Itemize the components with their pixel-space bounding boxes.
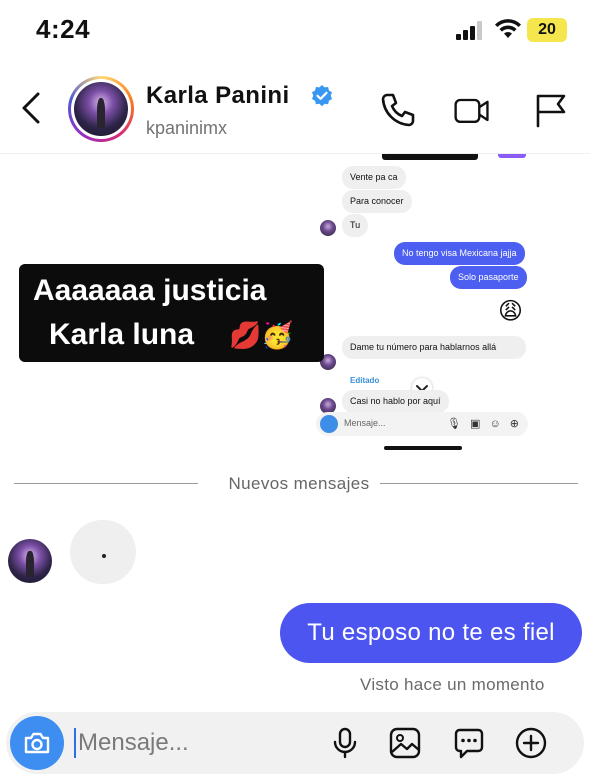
story-avatar	[320, 220, 336, 236]
typing-indicator-bubble	[70, 520, 136, 584]
story-message: Solo pasaporte	[450, 266, 527, 289]
story-message: Vente pa ca	[342, 166, 406, 189]
image-icon[interactable]	[388, 726, 422, 760]
story-edited-label: Editado	[350, 376, 380, 385]
divider-line	[380, 483, 578, 484]
seen-status: Visto hace un momento	[360, 675, 545, 694]
message-input[interactable]	[78, 724, 318, 762]
camera-button[interactable]	[10, 716, 64, 770]
outgoing-message-bubble[interactable]: Tu esposo no te es fiel	[280, 603, 582, 663]
contact-handle: kpaninimx	[146, 118, 228, 138]
wifi-icon	[495, 19, 521, 38]
battery-indicator: 20	[527, 18, 567, 42]
text-caret	[74, 728, 76, 758]
status-time: 4:24	[36, 14, 91, 44]
story-message: Tu	[342, 214, 369, 237]
story-message: Casi no hablo por aquí	[342, 390, 449, 413]
sticker-icon[interactable]	[452, 726, 486, 760]
sender-avatar[interactable]	[8, 539, 52, 583]
typing-dot	[102, 554, 106, 558]
contact-name[interactable]: Karla Panini	[146, 82, 290, 110]
story-composer-icons: 🎙 ▣ ☺ ⊕	[447, 418, 522, 430]
divider-label: Nuevos mensajes	[228, 474, 370, 493]
flag-icon[interactable]	[530, 90, 570, 130]
shared-story-card[interactable]: Vente pa ca Para conocer Tu No tengo vis…	[312, 154, 534, 456]
camera-icon	[320, 415, 338, 433]
story-message: Dame tu número para hablarnos allá	[342, 336, 526, 359]
video-camera-icon[interactable]	[452, 90, 492, 130]
story-emoji: 😩	[498, 298, 524, 325]
camera-icon	[24, 732, 50, 754]
caption-emojis: 💋🥳	[229, 320, 294, 350]
microphone-icon[interactable]	[328, 726, 362, 760]
story-message: No tengo visa Mexicana jajja	[394, 242, 525, 265]
caption-line-1: Aaaaaaa justicia	[33, 274, 267, 307]
story-caption: Aaaaaaa justicia Karla luna 💋🥳	[19, 264, 324, 362]
cellular-signal-icon	[456, 20, 486, 40]
story-composer-placeholder: Mensaje...	[344, 418, 386, 428]
story-message: Para conocer	[342, 190, 412, 213]
phone-icon[interactable]	[378, 90, 418, 130]
story-top-pill	[498, 154, 526, 158]
plus-circle-icon[interactable]	[514, 726, 548, 760]
message-composer	[6, 712, 584, 774]
chevron-left-icon[interactable]	[14, 88, 50, 128]
avatar-image	[74, 82, 128, 136]
divider-line	[14, 483, 198, 484]
status-bar: 4:24 20	[0, 0, 590, 62]
avatar[interactable]	[68, 76, 134, 142]
story-home-indicator	[384, 446, 462, 450]
verified-badge-icon	[312, 85, 332, 107]
story-top-bar	[382, 154, 478, 160]
caption-line-2: Karla luna	[49, 318, 195, 351]
chat-header: Karla Panini kpaninimx	[0, 62, 590, 154]
story-composer: Mensaje... 🎙 ▣ ☺ ⊕	[316, 412, 528, 436]
new-messages-divider: Nuevos mensajes	[14, 472, 578, 496]
